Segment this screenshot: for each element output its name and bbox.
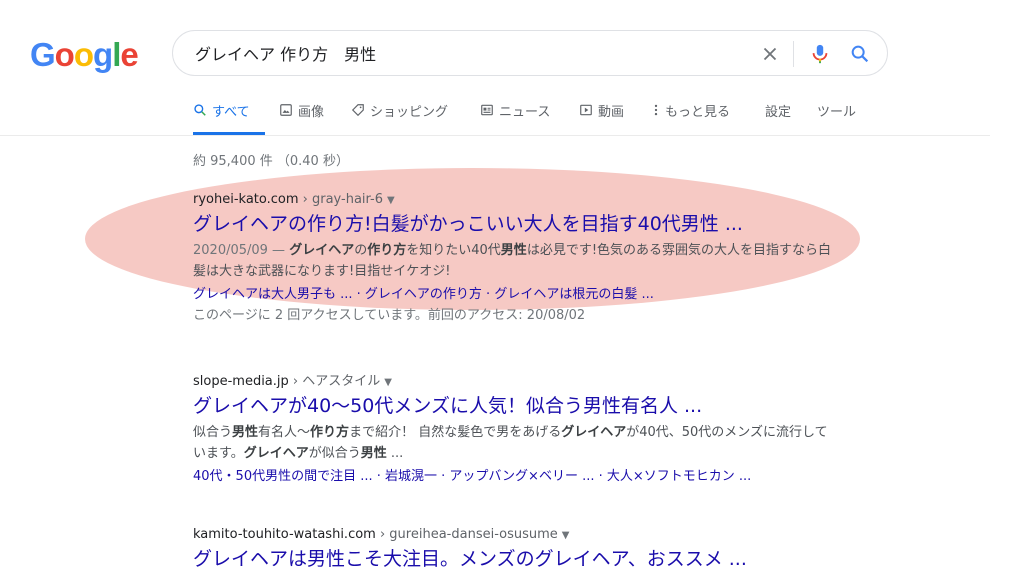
tab-news[interactable]: ニュース bbox=[480, 101, 550, 135]
logo-letter: o bbox=[54, 36, 75, 73]
result-url[interactable]: kamito-touhito-watashi.com › gureihea-da… bbox=[193, 527, 833, 542]
microphone-icon[interactable] bbox=[809, 42, 831, 66]
tab-label: すべて bbox=[212, 105, 250, 120]
logo-letter: l bbox=[112, 36, 121, 73]
search-result: slope-media.jp › ヘアスタイル ▼ グレイヘアが40〜50代メンズ… bbox=[193, 370, 833, 487]
tab-label: ツール bbox=[817, 105, 857, 120]
logo-letter: g bbox=[93, 36, 113, 73]
result-date: 2020/05/09 — bbox=[193, 243, 290, 258]
result-domain: kamito-touhito-watashi.com bbox=[193, 527, 376, 542]
tag-icon bbox=[351, 104, 364, 117]
search-result: kamito-touhito-watashi.com › gureihea-da… bbox=[193, 527, 833, 571]
result-snippet: 似合う男性有名人〜作り方まで紹介！ 自然な髪色で男をあげるグレイヘアが40代、5… bbox=[193, 425, 828, 461]
image-icon bbox=[280, 104, 292, 116]
more-vert-icon bbox=[654, 104, 658, 116]
result-title[interactable]: グレイヘアの作り方!白髪がかっこいい大人を目指す40代男性 ... bbox=[193, 212, 833, 236]
tab-images[interactable]: 画像 bbox=[279, 101, 324, 135]
result-path: › gray-hair-6 bbox=[298, 192, 384, 207]
result-domain: slope-media.jp bbox=[193, 374, 289, 389]
result-stats: 約 95,400 件 （0.40 秒） bbox=[193, 154, 349, 169]
tab-label: もっと見る bbox=[665, 105, 731, 120]
search-divider bbox=[793, 41, 794, 67]
result-sitelinks[interactable]: グレイヘアは大人男子も ... · グレイヘアの作り方 · グレイヘアは根元の白… bbox=[193, 284, 833, 305]
search-input[interactable] bbox=[195, 41, 755, 65]
visit-history-note: このページに 2 回アクセスしています。前回のアクセス: 20/08/02 bbox=[193, 308, 586, 323]
result-snippet: 2020/05/09 — グレイヘアの作り方を知りたい40代男性は必見です!色気… bbox=[193, 240, 833, 282]
search-icon bbox=[194, 104, 206, 116]
result-path: › ヘアスタイル bbox=[288, 374, 381, 389]
tab-settings[interactable]: 設定 bbox=[765, 101, 791, 135]
search-box[interactable] bbox=[172, 30, 888, 76]
tab-label: ショッピング bbox=[370, 105, 449, 120]
tab-label: 画像 bbox=[298, 105, 325, 120]
google-logo[interactable]: Google bbox=[30, 36, 139, 74]
tab-shopping[interactable]: ショッピング bbox=[351, 101, 448, 135]
result-title[interactable]: グレイヘアは男性こそ大注目。メンズのグレイヘア、おススメ ... bbox=[193, 547, 833, 571]
search-result: ryohei-kato.com › gray-hair-6 ▼ グレイヘアの作り方… bbox=[193, 192, 833, 326]
logo-letter: e bbox=[120, 36, 138, 73]
result-domain: ryohei-kato.com bbox=[193, 192, 299, 207]
tab-label: 設定 bbox=[765, 105, 792, 120]
snippet-text: グレイヘアの作り方を知りたい40代男性は必見です!色気のある雰囲気の大人を目指す… bbox=[193, 243, 832, 279]
caret-down-icon[interactable]: ▼ bbox=[387, 195, 395, 206]
result-url[interactable]: slope-media.jp › ヘアスタイル ▼ bbox=[193, 370, 833, 389]
tab-tools[interactable]: ツール bbox=[817, 101, 856, 135]
result-sitelinks[interactable]: 40代・50代男性の間で注目 ... · 岩城滉一 · アップバング×ベリー .… bbox=[193, 466, 833, 487]
caret-down-icon[interactable]: ▼ bbox=[384, 377, 392, 388]
result-path: › gureihea-dansei-osusume bbox=[375, 527, 558, 542]
close-icon[interactable] bbox=[759, 43, 781, 65]
caret-down-icon[interactable]: ▼ bbox=[562, 530, 570, 541]
result-title[interactable]: グレイヘアが40〜50代メンズに人気！似合う男性有名人 ... bbox=[193, 394, 833, 418]
search-icon[interactable] bbox=[849, 43, 871, 65]
play-icon bbox=[580, 104, 592, 116]
tab-more[interactable]: もっと見る bbox=[652, 101, 730, 135]
tab-label: 動画 bbox=[598, 105, 625, 120]
tab-label: ニュース bbox=[499, 105, 551, 120]
news-icon bbox=[481, 104, 493, 116]
logo-letter: G bbox=[30, 36, 56, 73]
tab-videos[interactable]: 動画 bbox=[579, 101, 624, 135]
tab-all[interactable]: すべて bbox=[193, 101, 250, 135]
result-url[interactable]: ryohei-kato.com › gray-hair-6 ▼ bbox=[193, 192, 833, 207]
tabs-divider bbox=[0, 135, 990, 136]
logo-letter: o bbox=[73, 36, 94, 73]
